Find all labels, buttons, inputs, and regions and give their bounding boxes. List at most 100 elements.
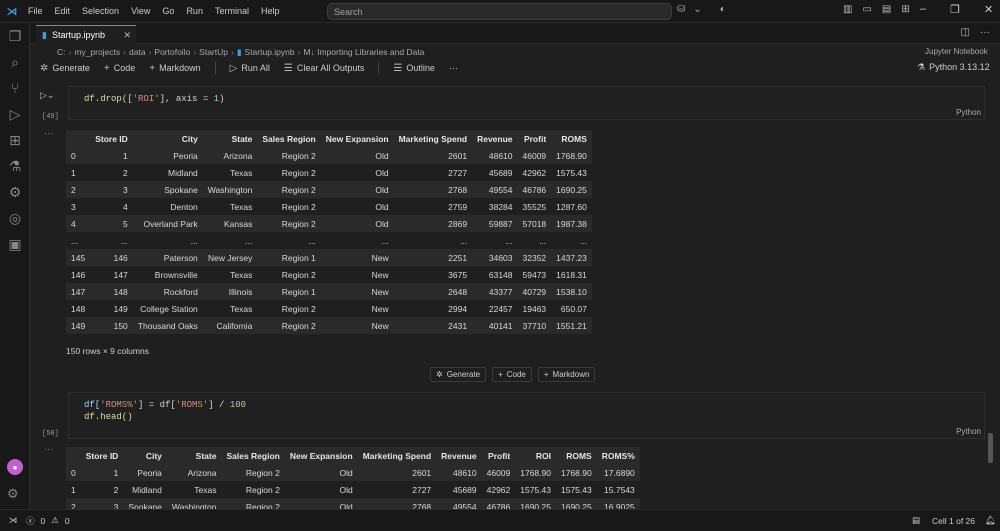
customize-layout-icon[interactable]: ⊞ xyxy=(901,4,909,15)
notifications-bell-icon[interactable]: 🔔︎ xyxy=(985,515,996,526)
copilot-icon[interactable]: ⛁ xyxy=(677,4,685,15)
sparkle-icon: ✲ xyxy=(40,62,49,74)
remote-explorer-icon[interactable]: ▣ xyxy=(0,231,30,257)
table-cell: Texas xyxy=(230,303,253,314)
output-actions-icon[interactable]: ··· xyxy=(44,444,53,454)
problems-indicator[interactable]: ⓧ 0 ⚠ 0 xyxy=(26,515,70,527)
layout-icon[interactable]: ▤ xyxy=(912,515,920,526)
run-cell-icon[interactable]: ▷⌄ xyxy=(40,90,54,101)
toggle-secondary-sidebar-icon[interactable]: ▤ xyxy=(882,4,891,15)
breadcrumb-portofoilo[interactable]: Portofoilo xyxy=(154,47,190,57)
cell-language-label[interactable]: Python xyxy=(956,427,981,436)
restore-icon[interactable]: ❐ xyxy=(950,3,960,16)
menu-go[interactable]: Go xyxy=(162,6,174,16)
extensions-icon[interactable]: ⊞ xyxy=(0,127,30,153)
split-editor-icon[interactable]: ◫ xyxy=(961,27,970,38)
table-cell: 146 xyxy=(90,249,133,266)
menu-view[interactable]: View xyxy=(131,6,150,16)
row-index: 2 xyxy=(66,181,91,198)
toolbar-divider xyxy=(378,62,380,74)
table-cell: 57018 xyxy=(517,215,552,232)
table-cell: Overland Park xyxy=(132,215,203,232)
add-markdown-cell-button[interactable]: + Markdown xyxy=(537,367,596,382)
breadcrumb-drive[interactable]: C: xyxy=(57,47,66,57)
table-cell: ... xyxy=(190,235,198,246)
cell-language-label[interactable]: Python xyxy=(956,108,981,117)
table-cell: ... xyxy=(308,235,316,246)
breadcrumb-startup[interactable]: StartUp xyxy=(199,47,228,57)
vertical-scrollbar[interactable] xyxy=(988,433,993,463)
run-all-button[interactable]: ▷ Run All xyxy=(230,63,270,74)
account-avatar[interactable]: ● xyxy=(7,459,23,475)
warning-count: 0 xyxy=(64,515,70,526)
breadcrumb-my-projects[interactable]: my_projects xyxy=(74,47,120,57)
menu-file[interactable]: File xyxy=(28,6,43,16)
breadcrumb-section[interactable]: M↓ Importing Libraries and Data xyxy=(303,47,424,57)
menu-run[interactable]: Run xyxy=(186,6,203,16)
add-code-cell-button[interactable]: + Code xyxy=(104,63,135,74)
generate-button[interactable]: ✲ Generate xyxy=(40,63,90,74)
chevron-down-icon[interactable]: ⌄ xyxy=(693,4,701,15)
code-editor[interactable]: df.drop(['ROI'], axis = 1) xyxy=(69,87,984,105)
table-cell: ... xyxy=(120,235,128,246)
editor-tab-bar: ▮ Startup.ipynb ✕ ◫ ··· xyxy=(30,23,1000,44)
table-cell: Paterson xyxy=(132,249,203,266)
menu-selection[interactable]: Selection xyxy=(82,6,119,16)
more-actions-icon[interactable]: ··· xyxy=(980,27,990,38)
search-icon[interactable]: ⌕ xyxy=(0,49,30,75)
command-search-box[interactable]: Search xyxy=(327,3,672,20)
source-control-icon[interactable]: ⑂ xyxy=(0,75,30,101)
toggle-panel-icon[interactable]: ▭ xyxy=(862,4,871,15)
table-cell: 1 xyxy=(80,464,124,481)
output-actions-icon[interactable]: ··· xyxy=(44,128,53,138)
table-cell: 35525 xyxy=(522,201,547,212)
close-icon[interactable]: ✕ xyxy=(123,30,131,41)
explorer-icon[interactable]: ❐ xyxy=(0,23,30,49)
add-code-cell-button[interactable]: + Code xyxy=(492,367,532,382)
add-markdown-cell-button[interactable]: + Markdown xyxy=(149,63,200,74)
column-header: Profit xyxy=(481,447,516,464)
breadcrumb-notebook[interactable]: Startup.ipynb xyxy=(245,47,295,57)
code-cell-roms-percent[interactable]: df['ROMS%'] = df['ROMS'] / 100 df.head()… xyxy=(68,392,985,439)
table-cell: 38284 xyxy=(488,201,513,212)
error-icon: ⓧ xyxy=(26,515,35,526)
table-cell: California xyxy=(202,317,258,334)
generate-button[interactable]: ✲ Generate xyxy=(430,367,487,382)
edge-browser-icon[interactable]: ◎ xyxy=(0,205,30,231)
tab-startup-notebook[interactable]: ▮ Startup.ipynb ✕ xyxy=(36,25,136,44)
outline-button[interactable]: ☰ Outline xyxy=(393,63,435,74)
remote-icon[interactable]: ⋊ xyxy=(0,515,26,526)
table-cell: ... xyxy=(381,235,389,246)
table-cell: 1768.90 xyxy=(551,147,592,164)
notebook-type-label: Jupyter Notebook xyxy=(925,47,988,56)
menu-terminal[interactable]: Terminal xyxy=(215,6,249,16)
column-header: Marketing Spend xyxy=(357,447,437,464)
table-cell: 4 xyxy=(123,201,128,212)
run-debug-icon[interactable]: ▷ xyxy=(0,101,30,127)
accounts-icon[interactable]: ◐ xyxy=(720,4,726,15)
menu-help[interactable]: Help xyxy=(261,6,280,16)
column-header: New Expansion xyxy=(284,447,358,464)
close-window-icon[interactable]: ✕ xyxy=(984,3,993,16)
code-editor[interactable]: df['ROMS%'] = df['ROMS'] / 100 df.head() xyxy=(69,393,984,423)
kernel-picker[interactable]: ⚗ Python 3.13.12 xyxy=(917,62,990,73)
table-cell: 16.9025 xyxy=(596,498,640,509)
breadcrumb-data[interactable]: data xyxy=(129,47,146,57)
clear-all-outputs-button[interactable]: ☰ Clear All Outputs xyxy=(284,63,365,74)
table-cell: Region 2 xyxy=(257,147,321,164)
table-cell: ... xyxy=(459,235,468,246)
toggle-sidebar-icon[interactable]: ▥ xyxy=(843,4,852,15)
python-icon[interactable]: ⚙ xyxy=(0,179,30,205)
code-cell-drop-roi[interactable]: df.drop(['ROI'], axis = 1) Python xyxy=(68,86,985,120)
table-cell: Old xyxy=(375,167,389,178)
more-toolbar-button[interactable]: ··· xyxy=(449,63,458,73)
cell-position[interactable]: Cell 1 of 26 xyxy=(932,516,975,526)
minimize-icon[interactable]: – xyxy=(920,3,926,16)
table-cell: New Jersey xyxy=(202,249,258,266)
table-cell: 63148 xyxy=(488,269,513,280)
gear-icon[interactable]: ⚙ xyxy=(7,486,19,502)
table-cell: Old xyxy=(320,147,394,164)
testing-icon[interactable]: ⚗ xyxy=(0,153,30,179)
row-index: 2 xyxy=(66,498,81,509)
menu-edit[interactable]: Edit xyxy=(55,6,71,16)
